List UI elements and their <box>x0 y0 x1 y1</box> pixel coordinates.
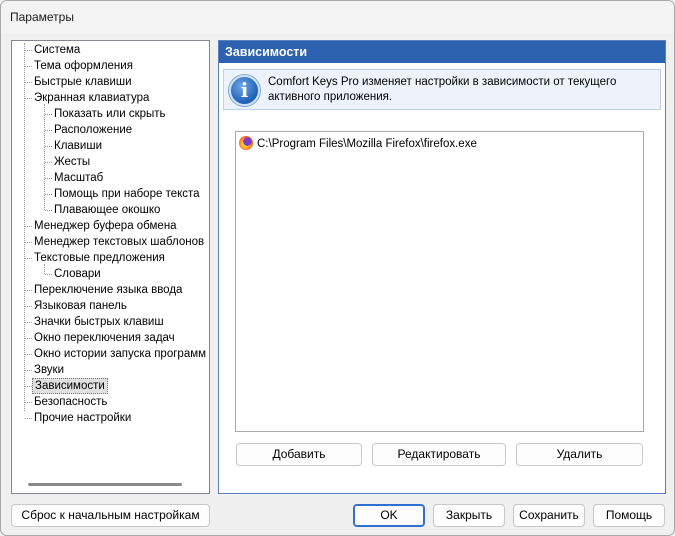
tree-item-label: Показать или скрыть <box>54 108 166 120</box>
tree-item[interactable]: Языковая панель <box>12 298 209 314</box>
tree-item[interactable]: Тема оформления <box>12 58 209 74</box>
tree-item[interactable]: Масштаб <box>12 170 209 186</box>
list-item-path: C:\Program Files\Mozilla Firefox\firefox… <box>257 138 477 150</box>
tree-item-label: Зависимости <box>32 378 108 394</box>
tree-item-label: Клавиши <box>54 140 102 152</box>
tree-branch-line <box>25 98 32 99</box>
tree-branch-line <box>25 66 32 67</box>
list-item[interactable]: C:\Program Files\Mozilla Firefox\firefox… <box>239 136 477 152</box>
tree-sub-connector <box>44 104 45 210</box>
tree-item[interactable]: Звуки <box>12 362 209 378</box>
tree-item-label: Переключение языка ввода <box>34 284 183 296</box>
tree-branch-line <box>25 50 32 51</box>
tree-item[interactable]: Жесты <box>12 154 209 170</box>
info-text: Comfort Keys Pro изменяет настройки в за… <box>268 76 617 103</box>
tree-item-label: Менеджер буфера обмена <box>34 220 177 232</box>
tree-item[interactable]: Переключение языка ввода <box>12 282 209 298</box>
content-panel: Зависимости i Comfort Keys Pro изменяет … <box>218 40 666 494</box>
tree-item[interactable]: Помощь при наборе текста <box>12 186 209 202</box>
tree-branch-line <box>25 258 32 259</box>
tree-item[interactable]: Прочие настройки <box>12 410 209 426</box>
tree-branch-line <box>45 162 52 163</box>
tree-item[interactable]: Показать или скрыть <box>12 106 209 122</box>
tree-item[interactable]: Расположение <box>12 122 209 138</box>
tree-item-label: Плавающее окошко <box>54 204 161 216</box>
tree-item[interactable]: Текстовые предложения <box>12 250 209 266</box>
title-bar: Параметры <box>1 1 674 33</box>
tree-sub-connector <box>44 264 45 274</box>
tree-list: Система Тема оформления Быстрые клавиши Экр… <box>12 41 209 426</box>
firefox-icon <box>239 136 253 150</box>
tree-item-label: Экранная клавиатура <box>34 92 150 104</box>
settings-tree[interactable]: Система Тема оформления Быстрые клавиши Экр… <box>11 40 210 494</box>
tree-branch-line <box>25 322 32 323</box>
tree-branch-line <box>25 242 32 243</box>
tree-item-label: Окно истории запуска программ <box>34 348 207 360</box>
tree-item[interactable]: Окно истории запуска программ <box>12 346 209 362</box>
tree-item-label: Система <box>34 44 81 56</box>
tree-branch-line <box>25 306 32 307</box>
tree-item[interactable]: Клавиши <box>12 138 209 154</box>
tree-item[interactable]: Плавающее окошко <box>12 202 209 218</box>
tree-item-label: Окно переключения задач <box>34 332 175 344</box>
window-title: Параметры <box>10 10 74 24</box>
ok-button[interactable]: OK <box>353 504 425 527</box>
tree-item-label: Расположение <box>54 124 133 136</box>
add-button[interactable]: Добавить <box>236 443 362 466</box>
save-button[interactable]: Сохранить <box>513 504 585 527</box>
tree-item[interactable]: Безопасность <box>12 394 209 410</box>
tree-branch-line <box>45 210 52 211</box>
tree-item[interactable]: Экранная клавиатура <box>12 90 209 106</box>
tree-branch-line <box>25 226 32 227</box>
tree-item-label: Языковая панель <box>34 300 127 312</box>
tree-item[interactable]: Зависимости <box>12 378 209 394</box>
delete-button[interactable]: Удалить <box>516 443 643 466</box>
tree-branch-line <box>25 338 32 339</box>
tree-item-label: Помощь при наборе текста <box>54 188 200 200</box>
tree-item-label: Жесты <box>54 156 91 168</box>
tree-branch-line <box>45 274 52 275</box>
reset-button[interactable]: Сброс к начальным настройкам <box>11 504 210 527</box>
tree-branch-line <box>45 114 52 115</box>
info-box: i Comfort Keys Pro изменяет настройки в … <box>223 69 661 110</box>
horizontal-scrollbar[interactable] <box>28 483 182 486</box>
tree-item-label: Масштаб <box>54 172 104 184</box>
tree-branch-line <box>25 402 32 403</box>
tree-branch-line <box>45 146 52 147</box>
tree-item-label: Тема оформления <box>34 60 133 72</box>
tree-branch-line <box>45 178 52 179</box>
tree-item-label: Безопасность <box>34 396 108 408</box>
panel-title: Зависимости <box>219 41 665 63</box>
tree-branch-line <box>45 194 52 195</box>
tree-item[interactable]: Менеджер буфера обмена <box>12 218 209 234</box>
tree-item[interactable]: Словари <box>12 266 209 282</box>
tree-item[interactable]: Окно переключения задач <box>12 330 209 346</box>
tree-item-label: Значки быстрых клавиш <box>34 316 164 328</box>
dependencies-list[interactable]: C:\Program Files\Mozilla Firefox\firefox… <box>235 131 644 432</box>
tree-item-label: Прочие настройки <box>34 412 132 424</box>
tree-item[interactable]: Значки быстрых клавиш <box>12 314 209 330</box>
tree-item-label: Звуки <box>34 364 65 376</box>
close-button[interactable]: Закрыть <box>433 504 505 527</box>
edit-button[interactable]: Редактировать <box>372 443 506 466</box>
tree-branch-line <box>25 82 32 83</box>
tree-branch-line <box>25 290 32 291</box>
tree-item-label: Текстовые предложения <box>34 252 165 264</box>
tree-item-label: Быстрые клавиши <box>34 76 132 88</box>
tree-item-label: Словари <box>54 268 101 280</box>
tree-item[interactable]: Менеджер текстовых шаблонов <box>12 234 209 250</box>
help-button[interactable]: Помощь <box>593 504 665 527</box>
tree-item[interactable]: Быстрые клавиши <box>12 74 209 90</box>
tree-branch-line <box>25 386 32 387</box>
tree-item-label: Менеджер текстовых шаблонов <box>34 236 205 248</box>
tree-branch-line <box>45 130 52 131</box>
tree-branch-line <box>25 354 32 355</box>
info-icon: i <box>229 75 260 106</box>
tree-branch-line <box>25 370 32 371</box>
settings-window: Параметры Система Тема оформления Быстрые … <box>0 0 675 536</box>
tree-item[interactable]: Система <box>12 42 209 58</box>
tree-branch-line <box>25 418 32 419</box>
